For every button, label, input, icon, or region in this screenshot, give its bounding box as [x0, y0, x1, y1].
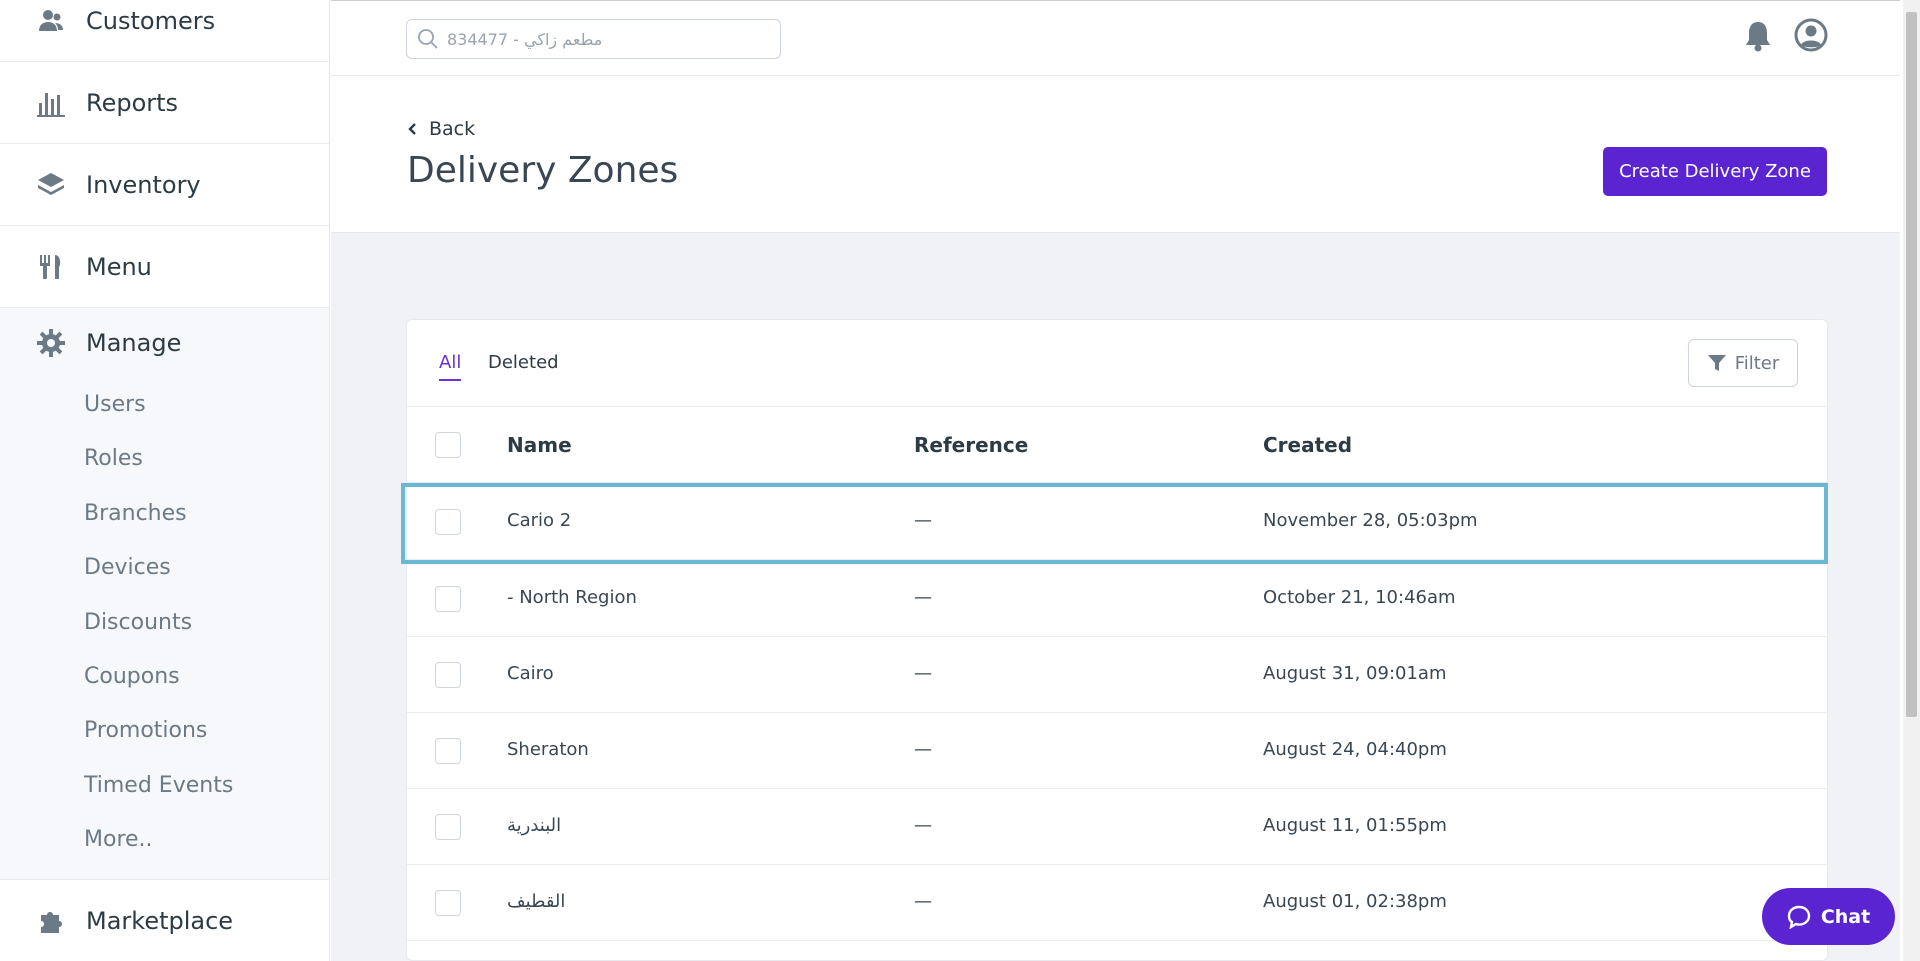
puzzle-icon [36, 906, 66, 936]
sidebar-subitem-timed-events[interactable]: Timed Events [84, 773, 233, 798]
sidebar-subitem-devices[interactable]: Devices [84, 555, 171, 580]
column-header-reference[interactable]: Reference [914, 433, 1028, 457]
sidebar-item-customers[interactable]: Customers [0, 0, 329, 62]
zone-reference: — [914, 587, 932, 608]
tab-bar: All Deleted Filter [407, 320, 1827, 407]
filter-label: Filter [1734, 352, 1780, 374]
page-title: Delivery Zones [407, 150, 679, 191]
manage-section: Manage Users Roles Branches Devices Disc… [0, 308, 329, 880]
row-checkbox[interactable] [435, 509, 461, 535]
row-checkbox[interactable] [435, 890, 461, 916]
back-label: Back [429, 118, 476, 140]
sidebar-item-reports[interactable]: Reports [0, 62, 329, 144]
chat-bubble-icon [1787, 905, 1811, 929]
chat-button[interactable]: Chat [1762, 888, 1895, 945]
delivery-zones-card: All Deleted Filter Name Reference Create… [406, 319, 1828, 961]
sidebar-item-label: Marketplace [86, 906, 234, 935]
table-row[interactable]: البندرية — August 11, 01:55pm [407, 789, 1827, 865]
customers-icon [36, 6, 66, 36]
zone-reference: — [914, 663, 932, 684]
zone-name: القطيف [507, 891, 566, 912]
sidebar-item-marketplace[interactable]: Marketplace [0, 880, 329, 961]
chat-label: Chat [1820, 905, 1871, 928]
table-row[interactable]: Sheraton — August 24, 04:40pm [407, 713, 1827, 789]
zone-name: Cairo [507, 663, 554, 684]
zone-reference: — [914, 510, 932, 531]
select-all-checkbox[interactable] [435, 432, 461, 458]
zone-created: August 24, 04:40pm [1263, 739, 1447, 760]
row-checkbox[interactable] [435, 738, 461, 764]
sidebar-subitem-discounts[interactable]: Discounts [84, 610, 192, 635]
row-checkbox[interactable] [435, 586, 461, 612]
search-input[interactable] [447, 29, 767, 49]
zone-created: November 28, 05:03pm [1263, 510, 1478, 531]
chevron-left-icon [408, 123, 416, 135]
column-header-name[interactable]: Name [507, 433, 572, 457]
sidebar-subitem-users[interactable]: Users [84, 392, 146, 417]
search-box [406, 19, 781, 59]
zone-name: Sheraton [507, 739, 589, 760]
search-icon [418, 29, 438, 49]
tab-deleted[interactable]: Deleted [488, 352, 559, 379]
filter-icon [1707, 355, 1726, 371]
table-row[interactable]: القطيف — August 01, 02:38pm [407, 865, 1827, 941]
table-row[interactable]: Cairo — August 31, 09:01am [407, 637, 1827, 713]
sidebar: Customers Reports Inventory Menu Manage … [0, 0, 330, 961]
scrollbar-thumb[interactable] [1906, 12, 1917, 717]
zone-name: Cario 2 [507, 510, 572, 531]
back-link[interactable]: Back [407, 118, 475, 140]
sidebar-item-inventory[interactable]: Inventory [0, 144, 329, 226]
sidebar-subitem-promotions[interactable]: Promotions [84, 718, 207, 743]
sidebar-subitem-more[interactable]: More.. [84, 827, 153, 852]
zone-created: August 01, 02:38pm [1263, 891, 1447, 912]
inventory-icon [36, 170, 66, 200]
sidebar-item-label: Customers [86, 6, 216, 35]
zone-created: August 31, 09:01am [1263, 663, 1447, 684]
zone-created: August 11, 01:55pm [1263, 815, 1447, 836]
table-header: Name Reference Created [407, 407, 1827, 483]
sidebar-subitem-coupons[interactable]: Coupons [84, 664, 180, 689]
filter-button[interactable]: Filter [1688, 339, 1798, 387]
reports-icon [36, 88, 66, 118]
zone-created: October 21, 10:46am [1263, 587, 1456, 608]
sidebar-subitem-roles[interactable]: Roles [84, 446, 143, 471]
menu-icon [36, 252, 66, 282]
create-delivery-zone-button[interactable]: Create Delivery Zone [1603, 147, 1827, 196]
bell-icon[interactable] [1743, 19, 1773, 53]
zone-name: - North Region [507, 587, 637, 608]
page-header: Back Delivery Zones Create Delivery Zone [331, 76, 1900, 233]
table-row[interactable]: Cario 2 — November 28, 05:03pm [407, 484, 1827, 560]
zone-reference: — [914, 739, 932, 760]
sidebar-subitem-branches[interactable]: Branches [84, 501, 187, 526]
zone-reference: — [914, 891, 932, 912]
gear-icon [36, 328, 66, 358]
row-checkbox[interactable] [435, 662, 461, 688]
user-avatar-icon[interactable] [1794, 18, 1828, 52]
zone-name: البندرية [507, 815, 562, 836]
sidebar-item-label: Manage [86, 329, 182, 357]
sidebar-item-label: Reports [86, 88, 179, 117]
table-row[interactable]: - North Region — October 21, 10:46am [407, 561, 1827, 637]
zone-reference: — [914, 815, 932, 836]
sidebar-item-manage[interactable]: Manage [36, 328, 181, 358]
row-checkbox[interactable] [435, 814, 461, 840]
sidebar-item-label: Menu [86, 252, 152, 281]
column-header-created[interactable]: Created [1263, 433, 1352, 457]
sidebar-item-menu[interactable]: Menu [0, 226, 329, 308]
sidebar-item-label: Inventory [86, 170, 201, 199]
tab-all[interactable]: All [439, 352, 462, 381]
top-bar [331, 0, 1900, 76]
